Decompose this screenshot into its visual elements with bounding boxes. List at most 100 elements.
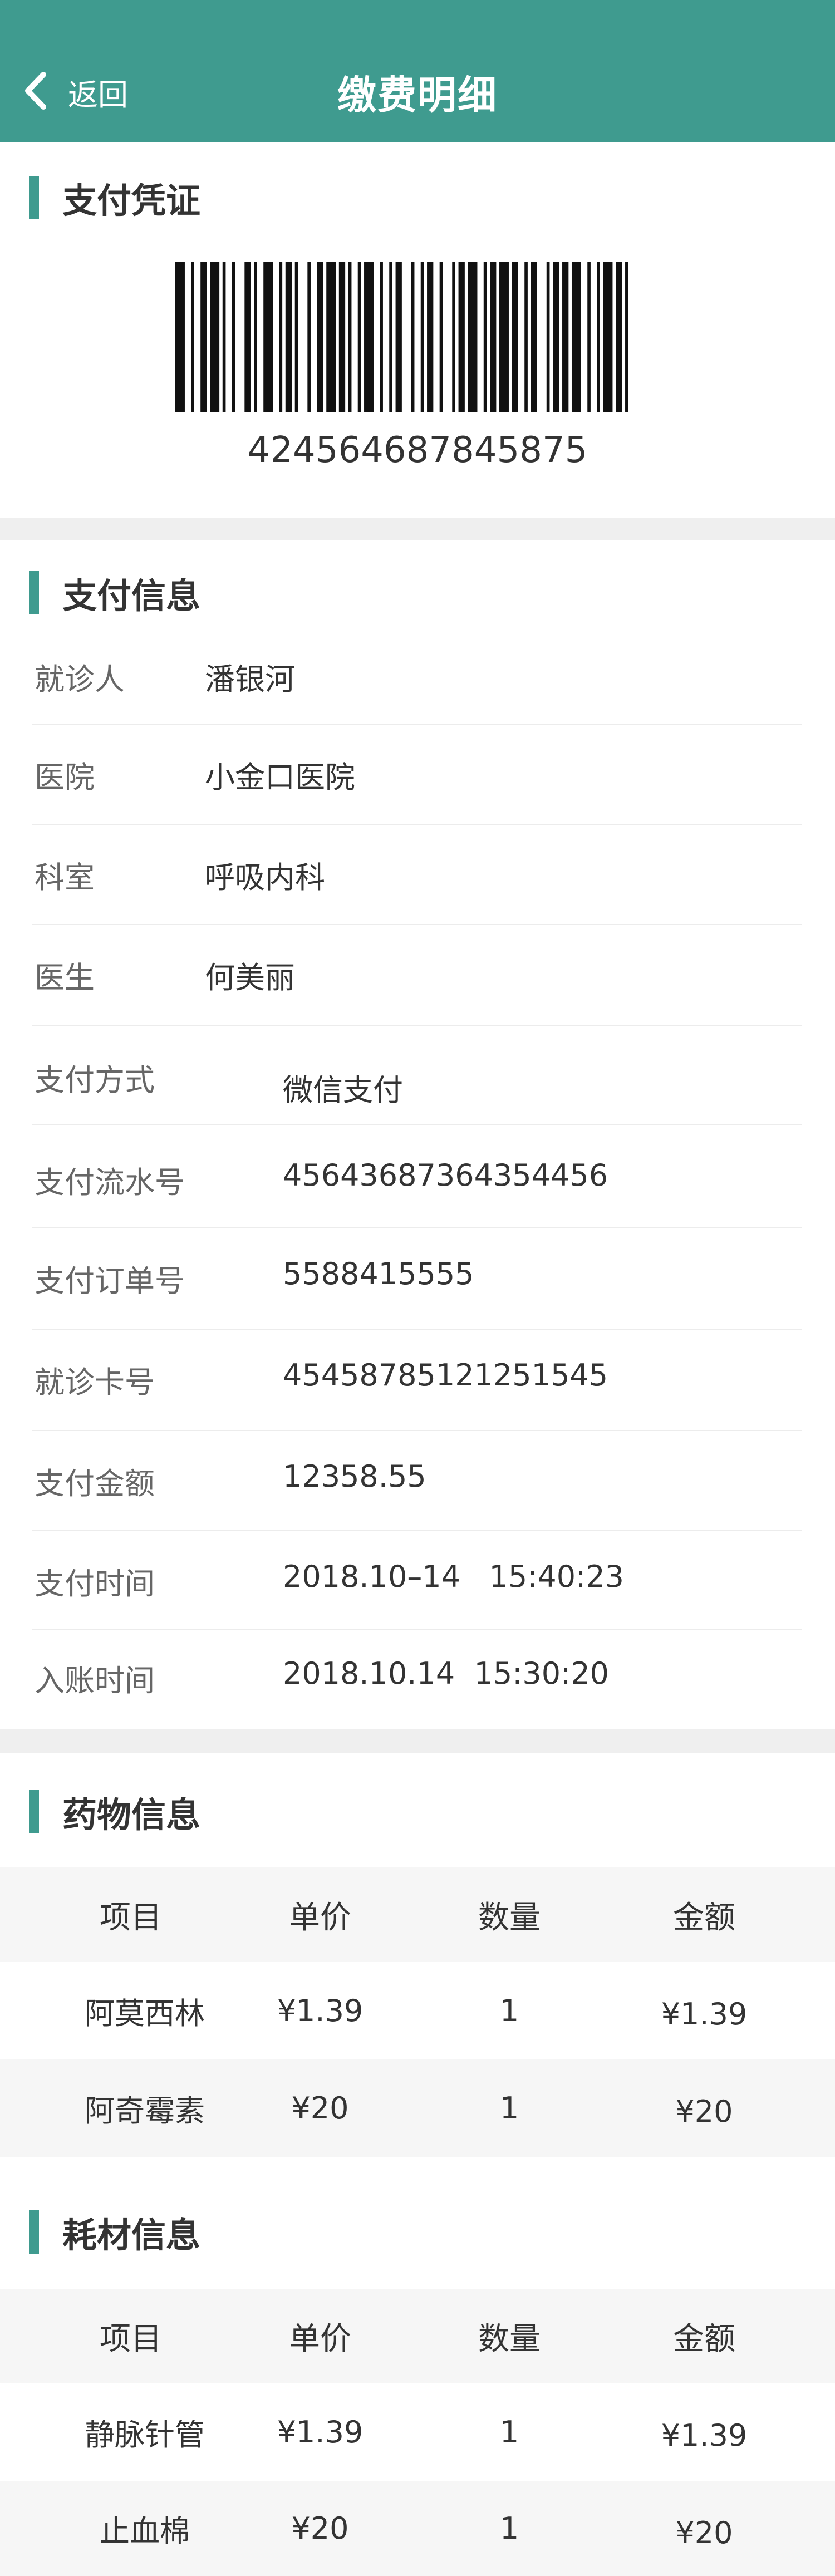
table-row: 阿莫西林 ¥1.39 1 ¥1.39 (0, 1962, 835, 2059)
barcode-bar (348, 262, 352, 412)
info-row-pay-time: 支付时间 2018.10–14 15:40:23 (32, 1530, 802, 1630)
table-cell: 阿莫西林 (85, 1996, 205, 2031)
table-row: 阿奇霉素 ¥20 1 ¥20 (0, 2059, 835, 2157)
barcode-bar (490, 262, 497, 412)
table-cell: ¥1.39 (277, 1993, 364, 2028)
barcode-bar (175, 262, 185, 412)
barcode-bar (389, 262, 392, 412)
section-accent-bar (29, 1790, 39, 1833)
info-key: 支付流水号 (35, 1165, 185, 1200)
barcode-bar (603, 262, 613, 412)
table-cell: 静脉针管 (85, 2417, 205, 2452)
barcode-bar (524, 262, 528, 412)
info-value: 5588415555 (283, 1256, 474, 1291)
section-divider (0, 1729, 835, 1753)
info-row-entry-time: 入账时间 2018.10.14 15:30:20 (32, 1629, 802, 1729)
info-key: 就诊卡号 (35, 1365, 155, 1400)
info-value: 小金口医院 (205, 760, 355, 795)
table-cell: 1 (499, 2091, 519, 2126)
barcode-bar (263, 262, 273, 412)
barcode-bar (244, 262, 251, 412)
drug-table-header: 项目 单价 数量 金额 (0, 1867, 835, 1962)
info-row-serial: 支付流水号 45643687364354456 (32, 1124, 802, 1228)
section-title-drugs: 药物信息 (29, 1790, 200, 1835)
info-row-order: 支付订单号 5588415555 (32, 1227, 802, 1330)
table-cell: ¥20 (291, 2091, 349, 2126)
table-cell: ¥1.39 (661, 1997, 748, 2032)
barcode-bar (326, 262, 336, 412)
section-title-text: 支付信息 (62, 576, 201, 616)
nav-header: 返回 缴费明细 (0, 0, 835, 142)
column-header: 金额 (673, 2321, 735, 2357)
table-cell: 1 (499, 2511, 519, 2546)
barcode-bar (307, 262, 311, 412)
column-header: 单价 (289, 2321, 351, 2357)
table-cell: ¥1.39 (277, 2415, 364, 2450)
column-header: 项目 (100, 2321, 162, 2357)
column-header: 单价 (289, 1899, 351, 1936)
section-title-consumables: 耗材信息 (29, 2210, 201, 2255)
info-key: 科室 (35, 860, 95, 895)
barcode-bar (597, 262, 600, 412)
barcode-image (175, 262, 628, 412)
barcode-bar (380, 262, 383, 412)
info-value: 呼吸内科 (205, 860, 325, 895)
barcode-bar (210, 262, 220, 412)
info-value: 45643687364354456 (283, 1158, 608, 1193)
info-row-hospital: 医院 小金口医院 (32, 724, 802, 825)
table-cell: ¥20 (675, 2515, 733, 2550)
barcode-bar (395, 262, 402, 412)
barcode-bar (285, 262, 292, 412)
info-key: 支付方式 (35, 1063, 155, 1098)
barcode-bar (458, 262, 465, 412)
barcode-bar (571, 262, 581, 412)
column-header: 项目 (100, 1899, 162, 1936)
section-title-text: 支付凭证 (62, 180, 201, 221)
barcode-bar (357, 262, 361, 412)
section-accent-bar (29, 2210, 39, 2254)
column-header: 数量 (478, 2321, 541, 2357)
barcode-bar (439, 262, 443, 412)
table-cell: ¥1.39 (661, 2418, 748, 2453)
barcode-bar (452, 262, 455, 412)
barcode-bar (483, 262, 487, 412)
column-header: 数量 (478, 1899, 541, 1936)
info-key: 就诊人 (35, 662, 125, 697)
barcode-bar (512, 262, 518, 412)
barcode-bar (222, 262, 226, 412)
barcode-bar (411, 262, 415, 412)
table-cell: ¥20 (675, 2094, 733, 2129)
barcode-bar (191, 262, 194, 412)
page-title: 缴费明细 (337, 72, 498, 118)
info-key: 支付订单号 (35, 1264, 185, 1299)
info-value: 2018.10.14 15:30:20 (283, 1656, 610, 1691)
barcode-bar (279, 262, 283, 412)
info-value: 何美丽 (205, 960, 295, 995)
barcode-bar (546, 262, 550, 412)
barcode-bar (616, 262, 622, 412)
info-key: 支付金额 (35, 1466, 155, 1501)
info-row-pay-method: 支付方式 微信支付 (32, 1025, 802, 1125)
table-row: 静脉针管 ¥1.39 1 ¥1.39 (0, 2383, 835, 2481)
info-value: 45458785121251545 (283, 1358, 608, 1393)
barcode-bar (364, 262, 374, 412)
info-value: 12358.55 (283, 1459, 426, 1494)
info-key: 支付时间 (35, 1566, 155, 1601)
info-row-card: 就诊卡号 45458785121251545 (32, 1329, 802, 1431)
info-row-department: 科室 呼吸内科 (32, 824, 802, 925)
info-value: 2018.10–14 15:40:23 (283, 1559, 625, 1594)
column-header: 金额 (673, 1900, 735, 1936)
info-value: 微信支付 (283, 1073, 403, 1108)
barcode-bar (468, 262, 478, 412)
barcode-bar (420, 262, 424, 412)
barcode-bar (294, 262, 298, 412)
info-key: 医院 (35, 760, 95, 795)
barcode-bar (427, 262, 434, 412)
section-title-text: 耗材信息 (62, 2215, 201, 2255)
barcode-bar (587, 262, 591, 412)
section-divider (0, 518, 835, 540)
consumables-table-header: 项目 单价 数量 金额 (0, 2289, 835, 2383)
table-cell: ¥20 (291, 2511, 349, 2546)
barcode-bar (200, 262, 207, 412)
barcode-bar (232, 262, 235, 412)
